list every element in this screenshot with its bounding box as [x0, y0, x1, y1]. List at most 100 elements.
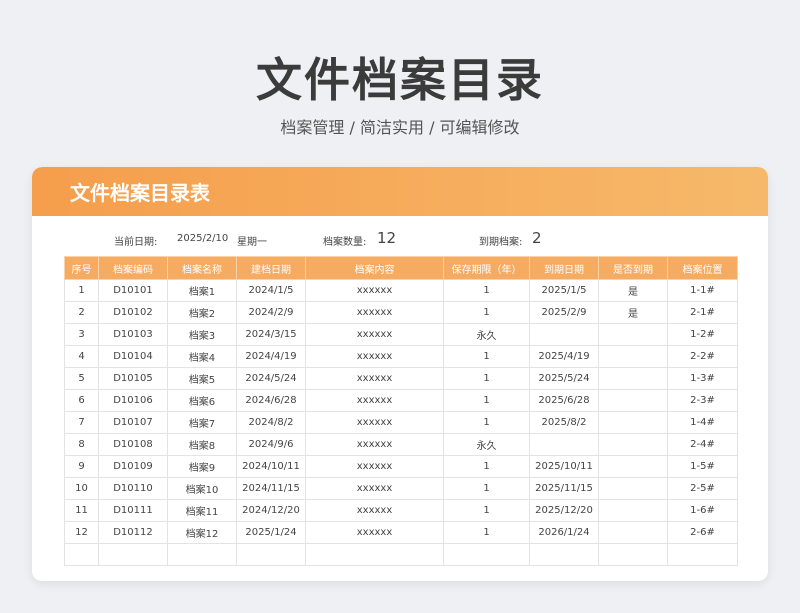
cell-created-date: 2024/8/2 [236, 411, 306, 434]
cell-name: 档案5 [167, 367, 237, 390]
cell-content: xxxxxx [305, 433, 444, 456]
cell-retention: 1 [443, 389, 530, 412]
cell-code: D10101 [98, 279, 168, 302]
expired-count-label: 到期档案: [479, 237, 523, 248]
cell-content [305, 543, 444, 566]
current-date-label: 当前日期: [114, 237, 158, 248]
archive-table: 序号 档案编码 档案名称 建档日期 档案内容 保存期限（年） 到期日期 是否到期… [64, 256, 738, 566]
table-row: 10 D10110 档案10 2024/11/15 xxxxxx 1 2025/11/15 2… [64, 477, 738, 500]
cell-created-date: 2024/12/20 [236, 499, 306, 522]
cell-location: 1-4# [667, 411, 738, 434]
page-title: 文件档案目录 [256, 53, 544, 107]
cell-expired [598, 543, 668, 566]
table-row: 12 D10112 档案12 2025/1/24 xxxxxx 1 2026/1/24 2-6… [64, 521, 738, 544]
cell-index: 9 [64, 455, 99, 478]
table-row: 2 D10102 档案2 2024/2/9 xxxxxx 1 2025/2/9 是 2-1# [64, 301, 738, 324]
cell-expired [598, 389, 668, 412]
cell-expiry-date: 2025/6/28 [529, 389, 599, 412]
cell-created-date: 2024/6/28 [236, 389, 306, 412]
cell-content: xxxxxx [305, 367, 444, 390]
cell-name: 档案2 [167, 301, 237, 324]
page-subtitle: 档案管理 / 简洁实用 / 可编辑修改 [280, 118, 520, 137]
table-row: 8 D10108 档案8 2024/9/6 xxxxxx 永久 2-4# [64, 433, 738, 456]
cell-name [167, 543, 237, 566]
cell-index: 4 [64, 345, 99, 368]
cell-name: 档案7 [167, 411, 237, 434]
table-body: 1 D10101 档案1 2024/1/5 xxxxxx 1 2025/1/5 是 1-1# 2 D… [64, 279, 738, 566]
table-row: 4 D10104 档案4 2024/4/19 xxxxxx 1 2025/4/19 2-2# [64, 345, 738, 368]
cell-index: 6 [64, 389, 99, 412]
cell-name: 档案4 [167, 345, 237, 368]
cell-retention: 1 [443, 301, 530, 324]
cell-expired [598, 367, 668, 390]
cell-code: D10107 [98, 411, 168, 434]
cell-expiry-date: 2025/12/20 [529, 499, 599, 522]
cell-code: D10108 [98, 433, 168, 456]
archive-card: 文件档案目录表 当前日期: 2025/2/10 星期一 档案数量: 12 到期档… [32, 167, 768, 581]
cell-location: 1-6# [667, 499, 738, 522]
cell-content: xxxxxx [305, 477, 444, 500]
cell-expiry-date: 2025/2/9 [529, 301, 599, 324]
header-location: 档案位置 [667, 256, 738, 280]
table-row: 11 D10111 档案11 2024/12/20 xxxxxx 1 2025/12/20 1… [64, 499, 738, 522]
cell-created-date: 2024/5/24 [236, 367, 306, 390]
cell-location: 2-4# [667, 433, 738, 456]
cell-code: D10106 [98, 389, 168, 412]
cell-location: 2-3# [667, 389, 738, 412]
cell-index: 2 [64, 301, 99, 324]
cell-expired [598, 521, 668, 544]
cell-retention: 1 [443, 455, 530, 478]
header-code: 档案编码 [98, 256, 168, 280]
cell-code: D10109 [98, 455, 168, 478]
cell-code: D10110 [98, 477, 168, 500]
table-row: 1 D10101 档案1 2024/1/5 xxxxxx 1 2025/1/5 是 1-1# [64, 279, 738, 302]
archive-count-label: 档案数量: [323, 237, 367, 248]
table-header-row: 序号 档案编码 档案名称 建档日期 档案内容 保存期限（年） 到期日期 是否到期… [64, 256, 738, 280]
cell-content: xxxxxx [305, 301, 444, 324]
cell-created-date: 2025/1/24 [236, 521, 306, 544]
cell-name: 档案10 [167, 477, 237, 500]
cell-location: 2-2# [667, 345, 738, 368]
table-row: 9 D10109 档案9 2024/10/11 xxxxxx 1 2025/10/11 1-5… [64, 455, 738, 478]
header-expiry-date: 到期日期 [529, 256, 599, 280]
cell-name: 档案6 [167, 389, 237, 412]
cell-code: D10103 [98, 323, 168, 346]
cell-retention: 1 [443, 499, 530, 522]
cell-index: 12 [64, 521, 99, 544]
header-index: 序号 [64, 256, 99, 280]
cell-index: 1 [64, 279, 99, 302]
cell-created-date: 2024/11/15 [236, 477, 306, 500]
cell-expiry-date: 2025/1/5 [529, 279, 599, 302]
cell-index: 8 [64, 433, 99, 456]
cell-index: 7 [64, 411, 99, 434]
header-retention: 保存期限（年） [443, 256, 530, 280]
cell-name: 档案3 [167, 323, 237, 346]
cell-expiry-date: 2025/4/19 [529, 345, 599, 368]
cell-retention: 1 [443, 411, 530, 434]
cell-expired: 是 [598, 301, 668, 324]
cell-content: xxxxxx [305, 499, 444, 522]
cell-index: 3 [64, 323, 99, 346]
cell-created-date: 2024/9/6 [236, 433, 306, 456]
cell-expiry-date [529, 543, 599, 566]
cell-location: 1-2# [667, 323, 738, 346]
cell-content: xxxxxx [305, 455, 444, 478]
table-row: 3 D10103 档案3 2024/3/15 xxxxxx 永久 1-2# [64, 323, 738, 346]
cell-expiry-date: 2025/11/15 [529, 477, 599, 500]
cell-code: D10112 [98, 521, 168, 544]
cell-created-date: 2024/4/19 [236, 345, 306, 368]
cell-expired [598, 499, 668, 522]
cell-retention: 1 [443, 477, 530, 500]
cell-content: xxxxxx [305, 411, 444, 434]
cell-created-date: 2024/3/15 [236, 323, 306, 346]
header-name: 档案名称 [167, 256, 237, 280]
header-expired: 是否到期 [598, 256, 668, 280]
cell-retention: 1 [443, 521, 530, 544]
cell-index: 10 [64, 477, 99, 500]
header-created-date: 建档日期 [236, 256, 306, 280]
weekday-value: 星期一 [237, 237, 267, 248]
cell-expiry-date: 2025/10/11 [529, 455, 599, 478]
current-date-value: 2025/2/10 [177, 233, 229, 244]
cell-expired [598, 477, 668, 500]
cell-expiry-date: 2025/5/24 [529, 367, 599, 390]
